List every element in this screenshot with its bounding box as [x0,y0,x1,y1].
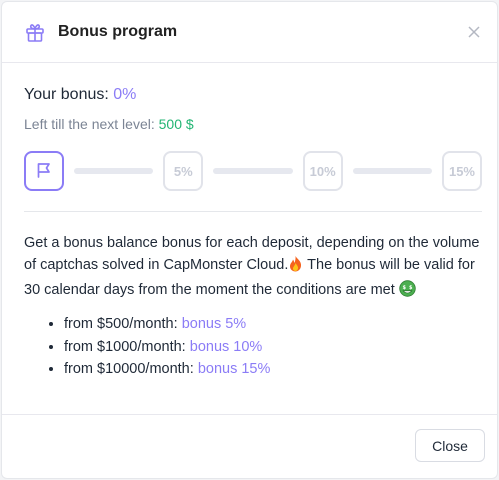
tier-bonus: bonus 10% [189,338,263,355]
bonus-tiers-list: from $500/month: bonus 5% from $1000/mon… [24,313,479,381]
svg-text:$: $ [402,285,406,291]
level-start [24,151,64,191]
list-item: from $1000/month: bonus 10% [64,336,479,359]
list-item: from $500/month: bonus 5% [64,313,479,336]
tier-condition: from $10000/month: [64,361,194,377]
gift-icon [24,21,46,43]
next-level-value: 500 $ [158,116,194,132]
tier-bonus: bonus 15% [197,361,271,377]
tier-bonus: bonus 5% [181,316,247,332]
progress-bar-3 [352,168,432,174]
your-bonus: Your bonus: 0% [24,86,479,104]
level-10: 10% [302,151,343,191]
progress-bar-2 [213,168,293,174]
progress-bar-1 [74,168,154,174]
tier-condition: from $1000/month: [64,338,186,355]
modal-header: Bonus program [2,2,497,63]
modal-footer: Close [2,414,497,478]
modal-body: Your bonus: 0% Left till the next level:… [2,86,497,381]
fire-emoji-icon [288,255,303,279]
close-icon[interactable] [465,23,483,41]
tier-condition: from $500/month: [64,316,178,332]
money-face-emoji-icon: $ $ [399,280,416,304]
bonus-level-progress: 5% 10% 15% [24,150,482,212]
list-item: from $10000/month: bonus 15% [64,358,479,381]
level-15: 15% [441,151,482,191]
your-bonus-label: Your bonus: [24,86,109,103]
level-5: 5% [163,151,204,191]
svg-text:$: $ [409,285,413,291]
close-button[interactable]: Close [415,429,485,462]
bonus-program-modal: Bonus program Your bonus: 0% Left till t… [1,1,498,479]
flag-icon [35,161,53,182]
bonus-description: Get a bonus balance bonus for each depos… [24,232,484,304]
next-level-info: Left till the next level: 500 $ [24,116,479,132]
your-bonus-value: 0% [113,86,137,103]
modal-title: Bonus program [58,23,178,40]
next-level-label: Left till the next level: [24,116,155,132]
